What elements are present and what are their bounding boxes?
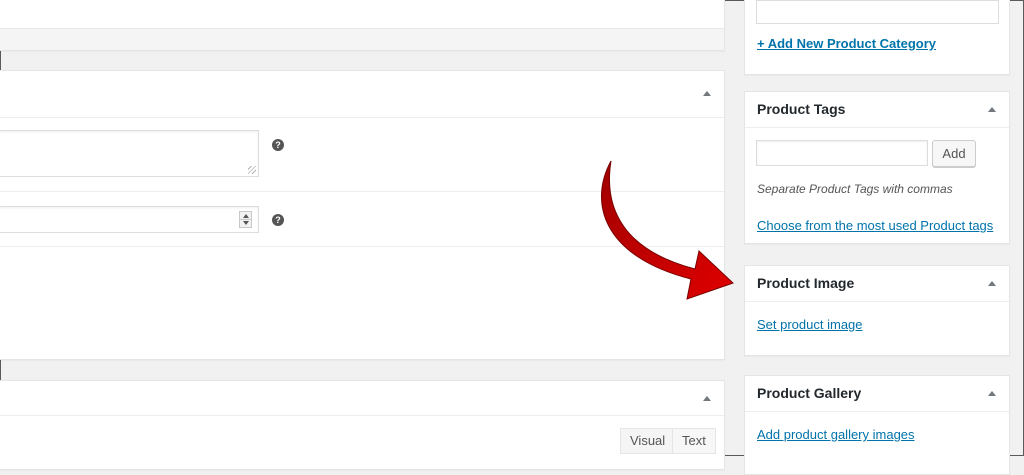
collapse-toggle-icon[interactable] [703,91,711,96]
red-pointer-arrow-icon [600,160,734,300]
number-field[interactable] [0,206,259,233]
postbox-header [0,381,724,416]
product-image-box: Product Image Set product image [744,265,1010,356]
help-icon[interactable]: ? [272,214,284,226]
postbox-header [0,71,724,118]
product-tags-title-text: Product Tags [757,101,846,117]
tags-hint-text: Separate Product Tags with commas [757,182,953,196]
add-gallery-images-link[interactable]: Add product gallery images [757,427,915,442]
product-tags-title: Product Tags [745,92,1009,128]
help-icon[interactable]: ? [272,139,284,151]
spinner-up-icon[interactable] [243,214,249,218]
collapse-toggle-icon[interactable] [988,391,996,396]
collapse-toggle-icon[interactable] [988,107,996,112]
choose-most-used-tags-link[interactable]: Choose from the most used Product tags [757,218,993,233]
screenshot-frame: ? ? Visual Text + Add New Product Catego… [0,0,1024,475]
category-list-box[interactable] [756,0,999,24]
add-new-category-link[interactable]: + Add New Product Category [757,36,936,51]
top-postbox [0,0,725,51]
tag-input[interactable] [756,140,928,166]
tab-text[interactable]: Text [672,428,716,454]
set-product-image-link[interactable]: Set product image [757,317,863,332]
collapse-toggle-icon[interactable] [988,281,996,286]
spinner-down-icon[interactable] [243,221,249,225]
description-postbox: Visual Text [0,380,725,470]
collapse-toggle-icon[interactable] [703,396,711,401]
product-image-title: Product Image [745,266,1009,302]
text-area-field[interactable] [0,130,259,177]
tab-visual[interactable]: Visual [620,428,676,454]
spinner-icon[interactable] [239,211,252,228]
product-tags-box: Product Tags Add Separate Product Tags w… [744,91,1010,244]
product-categories-box: + Add New Product Category [744,0,1010,75]
add-tag-button[interactable]: Add [932,140,976,167]
product-image-title-text: Product Image [757,275,855,291]
resize-grip-icon[interactable] [248,166,256,174]
product-gallery-title: Product Gallery [745,376,1009,412]
postbox-footer [0,28,724,50]
product-gallery-title-text: Product Gallery [757,385,862,401]
product-gallery-box: Product Gallery Add product gallery imag… [744,375,1010,475]
